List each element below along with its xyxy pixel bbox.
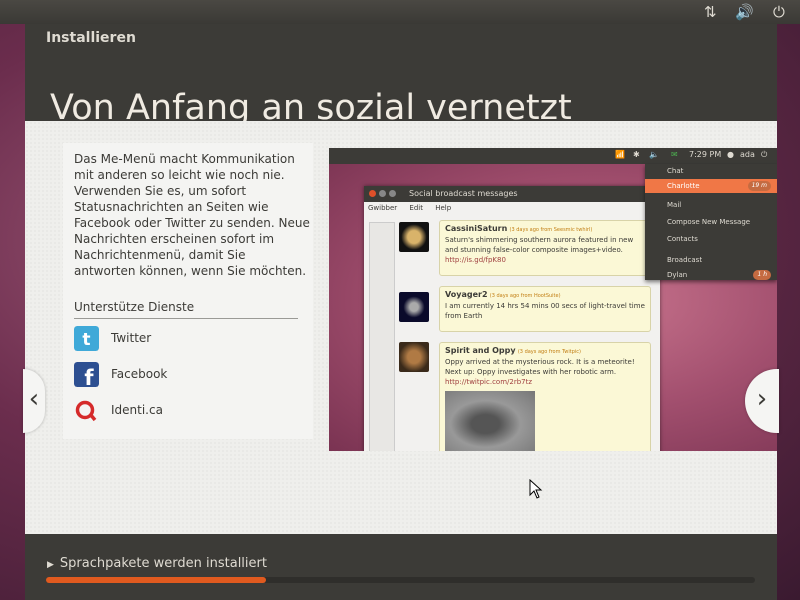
service-name: Identi.ca bbox=[111, 403, 163, 417]
mail-icon: ✉ bbox=[671, 150, 678, 159]
gwibber-menubar: Gwibber Edit Help bbox=[364, 202, 660, 215]
status-text: Sprachpakete werden installiert bbox=[59, 556, 267, 571]
mouse-cursor-icon bbox=[529, 479, 543, 499]
minimize-icon bbox=[379, 190, 386, 197]
network-icon[interactable]: ⇅ bbox=[704, 2, 717, 22]
menu-item-contacts: Contacts bbox=[667, 235, 698, 243]
message-link: http://is.gd/fpK80 bbox=[445, 256, 506, 264]
message-item: Spirit and Oppy (3 days ago from Twitpic… bbox=[439, 342, 651, 451]
avatar bbox=[399, 342, 429, 372]
expander-triangle-icon: ▶ bbox=[47, 560, 54, 570]
bluetooth-icon: ✱ bbox=[633, 150, 640, 159]
screenshot-panel: 📶 ✱ 🔈 ✉ 7:29 PM ● ada ⏻ bbox=[329, 148, 777, 164]
time-badge: 19 m bbox=[747, 181, 771, 191]
avatar bbox=[399, 222, 429, 252]
clock: 7:29 PM bbox=[689, 150, 722, 159]
slide-description: Das Me-Menü macht Kommunikation mit ande… bbox=[74, 152, 310, 278]
gwibber-title: Social broadcast messages bbox=[364, 186, 660, 202]
window-title: Installieren bbox=[46, 30, 136, 46]
slideshow: Das Me-Menü macht Kommunikation mit ande… bbox=[23, 121, 779, 534]
message-text: Saturn's shimmering southern aurora feat… bbox=[445, 236, 634, 254]
menu-edit: Edit bbox=[409, 204, 423, 212]
time-badge: 1 h bbox=[753, 270, 771, 280]
menu-item-compose: Compose New Message bbox=[667, 218, 751, 226]
menu-item-chat: Chat bbox=[667, 167, 684, 175]
message-source: (3 days ago from HootSuite) bbox=[489, 293, 561, 299]
volume-icon[interactable]: 🔊 bbox=[735, 2, 754, 22]
message-photo bbox=[445, 391, 535, 451]
message-link: http://twitpic.com/2rb7tz bbox=[445, 378, 533, 386]
message-item: Voyager2 (3 days ago from HootSuite) I a… bbox=[439, 286, 651, 332]
previous-slide-button[interactable]: ‹ bbox=[23, 369, 45, 433]
user-icon: ● bbox=[727, 150, 734, 159]
menu-gwibber: Gwibber bbox=[368, 204, 398, 212]
message-author: Voyager2 bbox=[445, 290, 488, 299]
services-title: Unterstütze Dienste bbox=[74, 300, 298, 319]
message-source: (3 days ago from Seesmic twhirl) bbox=[509, 227, 593, 233]
menu-item-broadcast: Broadcast bbox=[667, 256, 703, 264]
menu-item-charlotte: Charlotte 19 m bbox=[645, 179, 777, 193]
me-menu: Chat Charlotte 19 m Mail Compose New Mess… bbox=[645, 164, 777, 280]
twitter-icon: t bbox=[74, 326, 99, 351]
menu-item-dylan: Dylan 1 h bbox=[645, 268, 777, 282]
wifi-icon: 📶 bbox=[615, 150, 625, 159]
install-progress-bar bbox=[46, 577, 755, 583]
svg-text:t: t bbox=[82, 330, 90, 350]
maximize-icon bbox=[389, 190, 396, 197]
gwibber-stream: CassiniSaturn (3 days ago from Seesmic t… bbox=[395, 216, 657, 451]
feature-screenshot: 📶 ✱ 🔈 ✉ 7:29 PM ● ada ⏻ Social broadcast… bbox=[329, 148, 777, 451]
power-icon: ⏻ bbox=[761, 150, 768, 159]
progress-fill bbox=[46, 577, 266, 583]
identica-icon bbox=[75, 400, 97, 422]
facebook-icon: f bbox=[74, 362, 99, 387]
top-panel: ⇅ 🔊 ⏻ bbox=[0, 0, 800, 24]
close-icon bbox=[369, 190, 376, 197]
message-source: (3 days ago from Twitpic) bbox=[517, 349, 581, 355]
message-author: Spirit and Oppy bbox=[445, 346, 516, 355]
message-text: I am currently 14 hrs 54 mins 00 secs of… bbox=[445, 302, 645, 320]
service-name: Facebook bbox=[111, 367, 168, 381]
gwibber-window: Social broadcast messages Gwibber Edit H… bbox=[364, 186, 660, 451]
gwibber-sidebar bbox=[369, 222, 395, 451]
power-icon[interactable]: ⏻ bbox=[773, 2, 785, 22]
message-item: CassiniSaturn (3 days ago from Seesmic t… bbox=[439, 220, 651, 276]
menu-item-mail: Mail bbox=[667, 201, 682, 209]
avatar bbox=[399, 292, 429, 322]
installer-window: Installieren Von Anfang an sozial vernet… bbox=[23, 24, 779, 600]
progress-status[interactable]: ▶ Sprachpakete werden installiert bbox=[47, 556, 267, 571]
volume-icon: 🔈 bbox=[649, 150, 659, 159]
message-text: Oppy arrived at the mysterious rock. It … bbox=[445, 358, 635, 376]
menu-help: Help bbox=[435, 204, 452, 212]
svg-text:f: f bbox=[84, 366, 94, 387]
service-name: Twitter bbox=[111, 331, 152, 345]
user-name: ada bbox=[740, 150, 755, 159]
message-author: CassiniSaturn bbox=[445, 224, 508, 233]
